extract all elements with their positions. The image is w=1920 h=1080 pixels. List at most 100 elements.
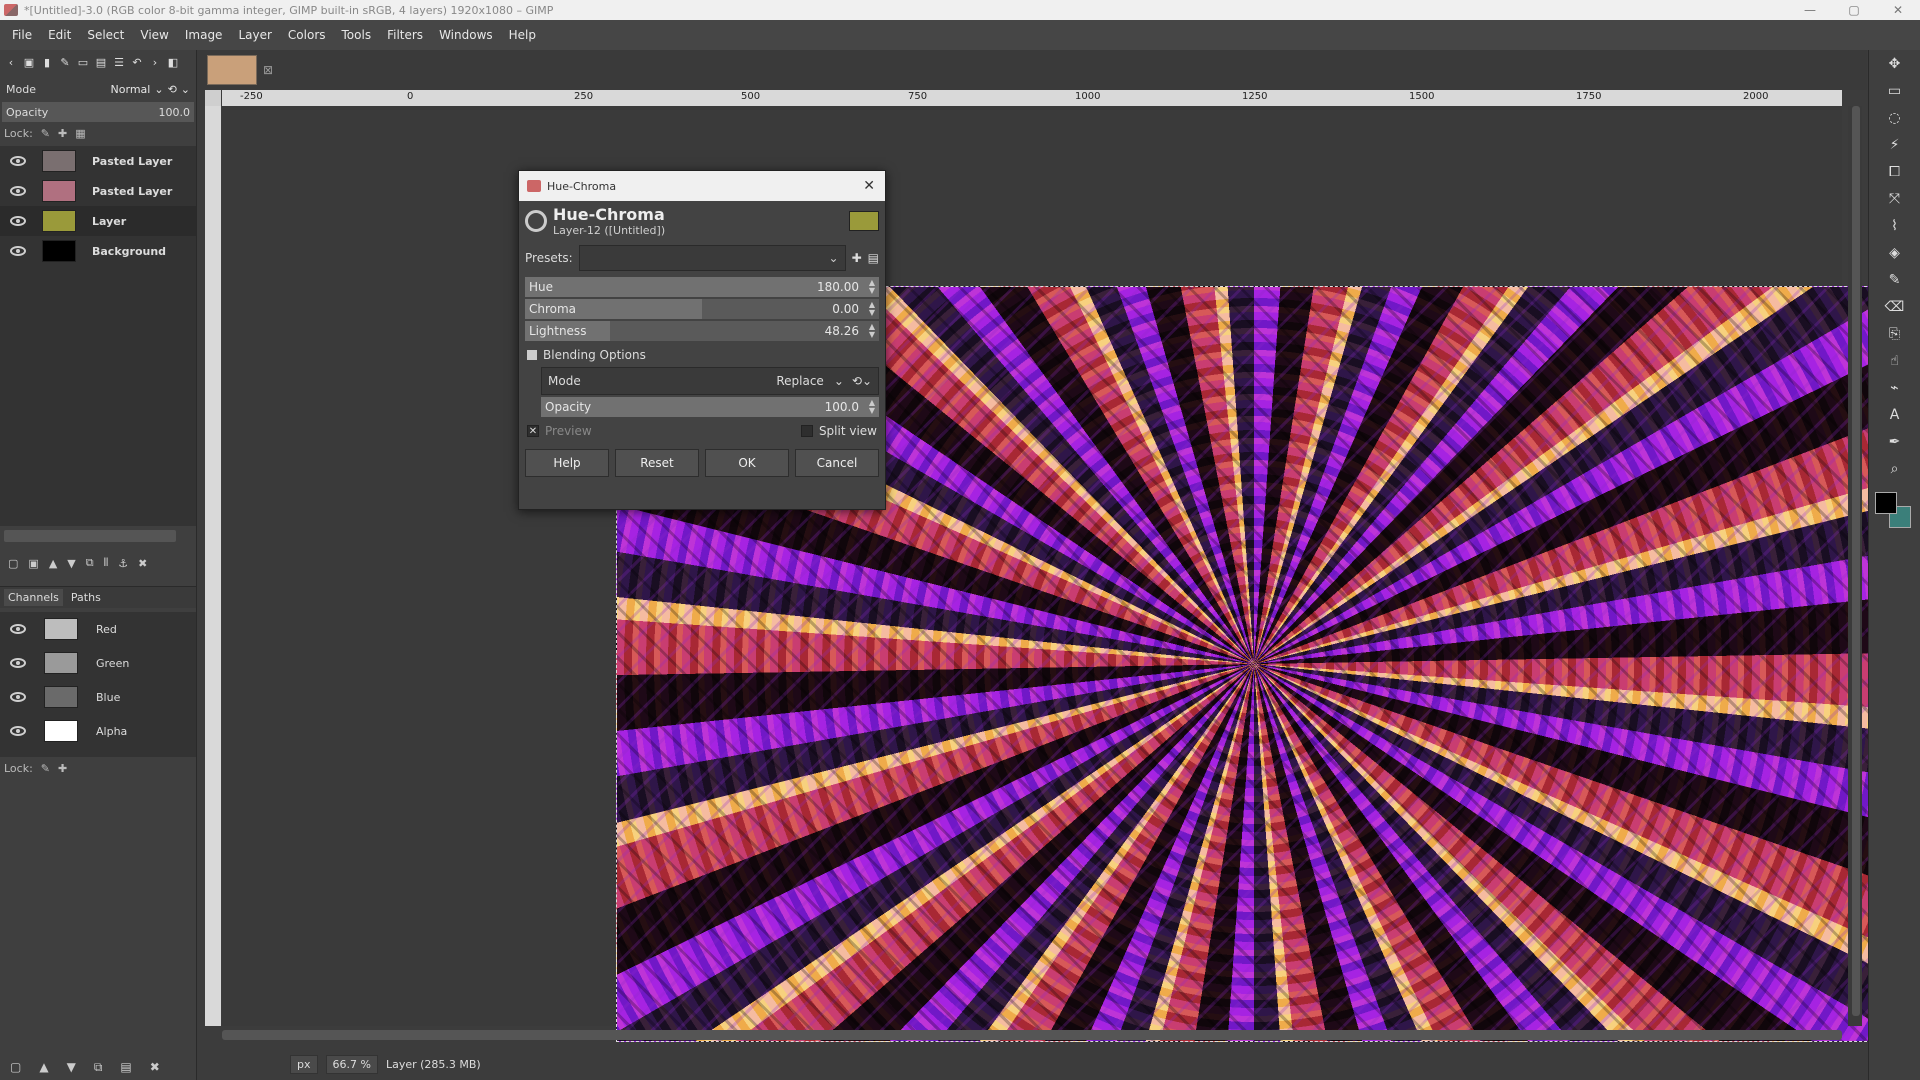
menu-tools[interactable]: Tools <box>334 28 380 42</box>
paintbrush-icon[interactable]: ✎ <box>1869 266 1920 293</box>
menu-windows[interactable]: Windows <box>431 28 501 42</box>
menu-filters[interactable]: Filters <box>379 28 431 42</box>
new-group-icon[interactable]: ▣ <box>28 557 38 570</box>
menu-image[interactable]: Image <box>177 28 231 42</box>
fg-bg-colors[interactable] <box>1874 492 1915 532</box>
add-preset-icon[interactable]: ✚ <box>852 251 862 265</box>
scrollbar-thumb[interactable] <box>1852 106 1860 1016</box>
spin-arrows-icon[interactable]: ▲ ▼ <box>869 323 875 339</box>
channel-row[interactable]: Blue <box>0 680 196 714</box>
canvas-area[interactable] <box>222 106 1892 1042</box>
split-view-toggle[interactable]: Split view <box>800 424 877 438</box>
channel-row[interactable]: Red <box>0 612 196 646</box>
ruler-corner[interactable] <box>205 90 221 106</box>
zoom-select[interactable]: 66.7 % <box>325 1054 378 1074</box>
pencil-icon[interactable]: ✎ <box>58 56 72 70</box>
lock-position-icon[interactable]: ✚ <box>58 127 67 140</box>
cancel-button[interactable]: Cancel <box>795 449 879 477</box>
images-icon[interactable]: ▤ <box>94 56 108 70</box>
channel-to-selection-icon[interactable]: ▤ <box>120 1060 131 1074</box>
reset-button[interactable]: Reset <box>615 449 699 477</box>
bucket-fill-icon[interactable]: ◈ <box>1869 239 1920 266</box>
ok-button[interactable]: OK <box>705 449 789 477</box>
visibility-eye-icon[interactable] <box>10 726 26 736</box>
visibility-eye-icon[interactable] <box>10 216 26 226</box>
brush-icon[interactable]: ▮ <box>40 56 54 70</box>
crop-icon[interactable]: ⧠ <box>1869 158 1920 185</box>
blend-opacity-slider[interactable]: Opacity 100.0 ▲ ▼ <box>541 397 879 417</box>
delete-channel-icon[interactable]: ✖ <box>150 1060 160 1074</box>
menu-help[interactable]: Help <box>501 28 544 42</box>
warp-icon[interactable]: ⌇ <box>1869 212 1920 239</box>
anchor-icon[interactable]: ⚓ <box>118 557 128 570</box>
chevron-right-icon[interactable]: › <box>148 56 162 70</box>
lightness-slider[interactable]: Lightness 48.26 ▲ ▼ <box>525 321 879 341</box>
unit-select[interactable]: px <box>290 1054 318 1074</box>
color-picker-icon[interactable]: ✒ <box>1869 428 1920 455</box>
layer-mode-select[interactable]: Normal ⌄ ⟲ ⌄ <box>111 83 190 96</box>
lock-pixels-icon[interactable]: ✎ <box>41 127 50 140</box>
unified-transform-icon[interactable]: ⤧ <box>1869 185 1920 212</box>
new-channel-icon[interactable]: ▢ <box>10 1060 21 1074</box>
new-layer-icon[interactable]: ▢ <box>8 557 18 570</box>
zoom-icon[interactable]: ⌕ <box>1869 455 1920 482</box>
layer-opacity-slider[interactable]: Opacity 100.0 <box>2 102 194 122</box>
reset-mode-icon[interactable]: ⟲ <box>168 83 177 96</box>
visibility-eye-icon[interactable] <box>10 186 26 196</box>
minimize-button[interactable]: — <box>1788 0 1832 20</box>
foreground-color-swatch[interactable] <box>1874 492 1897 514</box>
image-tab-thumbnail[interactable] <box>207 55 257 85</box>
split-view-checkbox[interactable] <box>800 425 813 437</box>
lower-layer-icon[interactable]: ▼ <box>67 557 75 570</box>
visibility-eye-icon[interactable] <box>10 246 26 256</box>
spin-arrows-icon[interactable]: ▲ ▼ <box>869 301 875 317</box>
lock-pixels-icon[interactable]: ✎ <box>41 762 50 775</box>
close-window-button[interactable]: ✕ <box>1876 0 1920 20</box>
help-button[interactable]: Help <box>525 449 609 477</box>
visibility-eye-icon[interactable] <box>10 692 26 702</box>
channel-row[interactable]: Alpha <box>0 714 196 748</box>
horizontal-scrollbar[interactable] <box>222 1030 1842 1040</box>
visibility-eye-icon[interactable] <box>10 624 26 634</box>
layer-row-selected[interactable]: Layer <box>0 206 196 236</box>
menu-layer[interactable]: Layer <box>230 28 279 42</box>
layer-row[interactable]: Pasted Layer <box>0 146 196 176</box>
tool-options-icon[interactable]: ▣ <box>22 56 36 70</box>
layers-icon[interactable]: ☰ <box>112 56 126 70</box>
eraser-icon[interactable]: ⌫ <box>1869 293 1920 320</box>
delete-layer-icon[interactable]: ✖ <box>138 557 147 570</box>
device-icon[interactable]: ▭ <box>76 56 90 70</box>
blending-options-expander[interactable]: Blending Options <box>519 343 885 367</box>
reset-mode-icon[interactable]: ⟲ <box>852 374 862 388</box>
menu-select[interactable]: Select <box>79 28 132 42</box>
chevron-left-icon[interactable]: ‹ <box>4 56 18 70</box>
undo-icon[interactable]: ↶ <box>130 56 144 70</box>
lock-position-icon[interactable]: ✚ <box>58 762 67 775</box>
visibility-eye-icon[interactable] <box>10 156 26 166</box>
smudge-icon[interactable]: ☝ <box>1869 347 1920 374</box>
duplicate-layer-icon[interactable]: ⧉ <box>86 556 94 570</box>
preset-menu-icon[interactable]: ▤ <box>868 251 879 265</box>
lower-channel-icon[interactable]: ▼ <box>67 1060 76 1074</box>
menu-file[interactable]: File <box>4 28 40 42</box>
tab-paths[interactable]: Paths <box>67 589 105 606</box>
close-icon[interactable]: ✕ <box>863 178 875 194</box>
text-icon[interactable]: A <box>1869 401 1920 428</box>
raise-channel-icon[interactable]: ▲ <box>39 1060 48 1074</box>
menu-edit[interactable]: Edit <box>40 28 79 42</box>
layer-row[interactable]: Background <box>0 236 196 266</box>
duplicate-channel-icon[interactable]: ⧉ <box>94 1060 103 1075</box>
maximize-button[interactable]: ▢ <box>1832 0 1876 20</box>
hue-slider[interactable]: Hue 180.00 ▲ ▼ <box>525 277 879 297</box>
close-icon[interactable]: ⊠ <box>263 63 273 77</box>
visibility-eye-icon[interactable] <box>10 658 26 668</box>
spin-arrows-icon[interactable]: ▲ ▼ <box>869 399 875 415</box>
dock-menu-icon[interactable]: ◧ <box>166 56 180 70</box>
spin-arrows-icon[interactable]: ▲ ▼ <box>869 279 875 295</box>
menu-colors[interactable]: Colors <box>280 28 334 42</box>
paths-icon[interactable]: ⌁ <box>1869 374 1920 401</box>
vertical-scrollbar[interactable] <box>1848 106 1862 1026</box>
lock-alpha-icon[interactable]: ▦ <box>75 127 85 140</box>
raise-layer-icon[interactable]: ▲ <box>49 557 57 570</box>
fuzzy-select-icon[interactable]: ⚡ <box>1869 131 1920 158</box>
